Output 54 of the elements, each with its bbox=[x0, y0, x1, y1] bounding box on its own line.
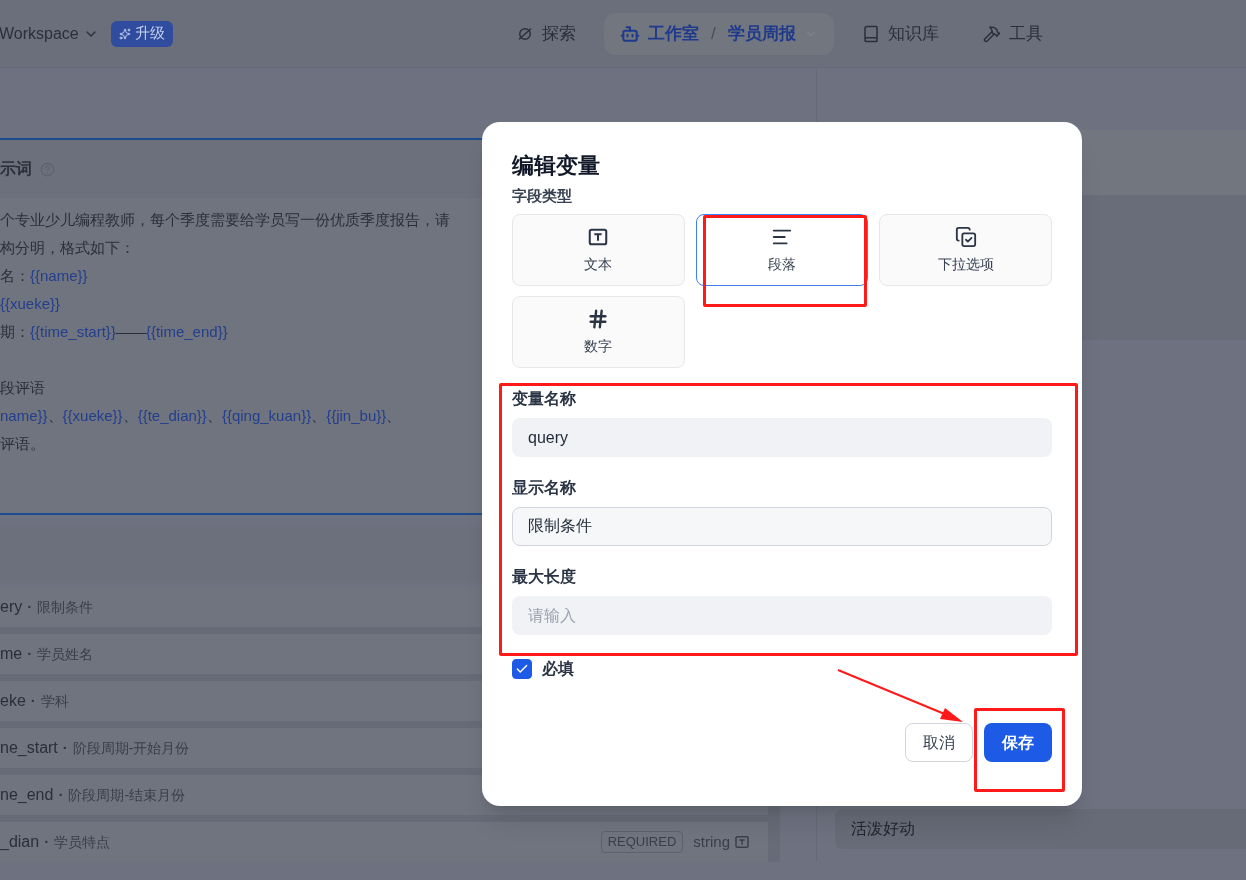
check-icon bbox=[515, 662, 529, 676]
prompt-line: 构分明，格式如下： bbox=[0, 238, 135, 258]
nav-label: 知识库 bbox=[887, 22, 939, 45]
text-field[interactable]: 请输入 bbox=[512, 596, 1052, 635]
nav-label: 工作室 bbox=[648, 22, 699, 45]
robot-icon bbox=[620, 23, 640, 44]
nav-sublabel: 学员周报 bbox=[727, 22, 796, 45]
trait-field[interactable]: 活泼好动 bbox=[835, 809, 1246, 849]
field-type-option[interactable]: 下拉选项 bbox=[879, 214, 1052, 286]
separator-dot: · bbox=[27, 643, 33, 664]
prompt-line: 段评语 bbox=[0, 378, 45, 398]
field-label: 最大长度 bbox=[512, 567, 577, 587]
variable-name: ery bbox=[0, 597, 23, 617]
field-label: 变量名称 bbox=[512, 389, 577, 409]
text-field[interactable]: query bbox=[512, 418, 1052, 457]
nav-tab[interactable]: 知识库 bbox=[845, 12, 955, 55]
breadcrumb-separator: / bbox=[711, 22, 716, 45]
save-button[interactable]: 保存 bbox=[984, 723, 1052, 762]
prompt-line: 名：{{name}} bbox=[0, 266, 88, 286]
field-label: 显示名称 bbox=[512, 478, 577, 498]
nav-tab[interactable]: 工作室 / 学员周报 bbox=[604, 12, 834, 55]
variable-name: eke bbox=[0, 691, 26, 711]
separator-dot: · bbox=[62, 737, 68, 758]
upgrade-button[interactable]: 升级 bbox=[110, 20, 173, 47]
prompt-line: 期：{{time_start}}——{{time_end}} bbox=[0, 322, 228, 342]
prompt-line: 评语。 bbox=[0, 434, 45, 454]
prompt-line: {{xueke}} bbox=[0, 294, 61, 314]
prompt-line: name}}、{{xueke}}、{{te_dian}}、{{qing_kuan}}、{{jin_bu}}、 bbox=[0, 406, 402, 426]
hammer-icon bbox=[982, 24, 1001, 43]
variable-name: ne_start bbox=[0, 738, 58, 758]
check-copy-icon bbox=[954, 225, 977, 248]
separator-dot: · bbox=[30, 690, 36, 711]
separator-dot: · bbox=[27, 596, 33, 617]
sparkle-icon bbox=[118, 27, 131, 40]
nav-tab[interactable]: 探索 bbox=[500, 12, 592, 55]
field-type-option[interactable]: 数字 bbox=[512, 296, 685, 368]
variable-name: _dian bbox=[0, 832, 40, 852]
variable-name: me bbox=[0, 644, 23, 664]
dialog-title: 编辑变量 bbox=[512, 152, 601, 180]
field-type-option[interactable]: 段落 bbox=[695, 214, 869, 286]
separator-dot: · bbox=[58, 784, 64, 805]
nav-label: 工具 bbox=[1008, 22, 1043, 45]
cancel-button[interactable]: 取消 bbox=[905, 723, 973, 762]
text-field[interactable]: 限制条件 bbox=[512, 507, 1052, 546]
text-type-icon bbox=[734, 834, 750, 850]
variable-name: ne_end bbox=[0, 785, 54, 805]
required-checkbox[interactable] bbox=[512, 659, 532, 679]
field-type-label: 字段类型 bbox=[512, 186, 573, 206]
field-type-option[interactable]: 文本 bbox=[512, 214, 685, 286]
nav-label: 探索 bbox=[542, 22, 576, 45]
nav-tab[interactable]: 工具 bbox=[966, 12, 1059, 55]
separator-dot: · bbox=[44, 831, 50, 852]
book-icon bbox=[861, 24, 880, 43]
panel-title: 示词 bbox=[0, 159, 32, 179]
